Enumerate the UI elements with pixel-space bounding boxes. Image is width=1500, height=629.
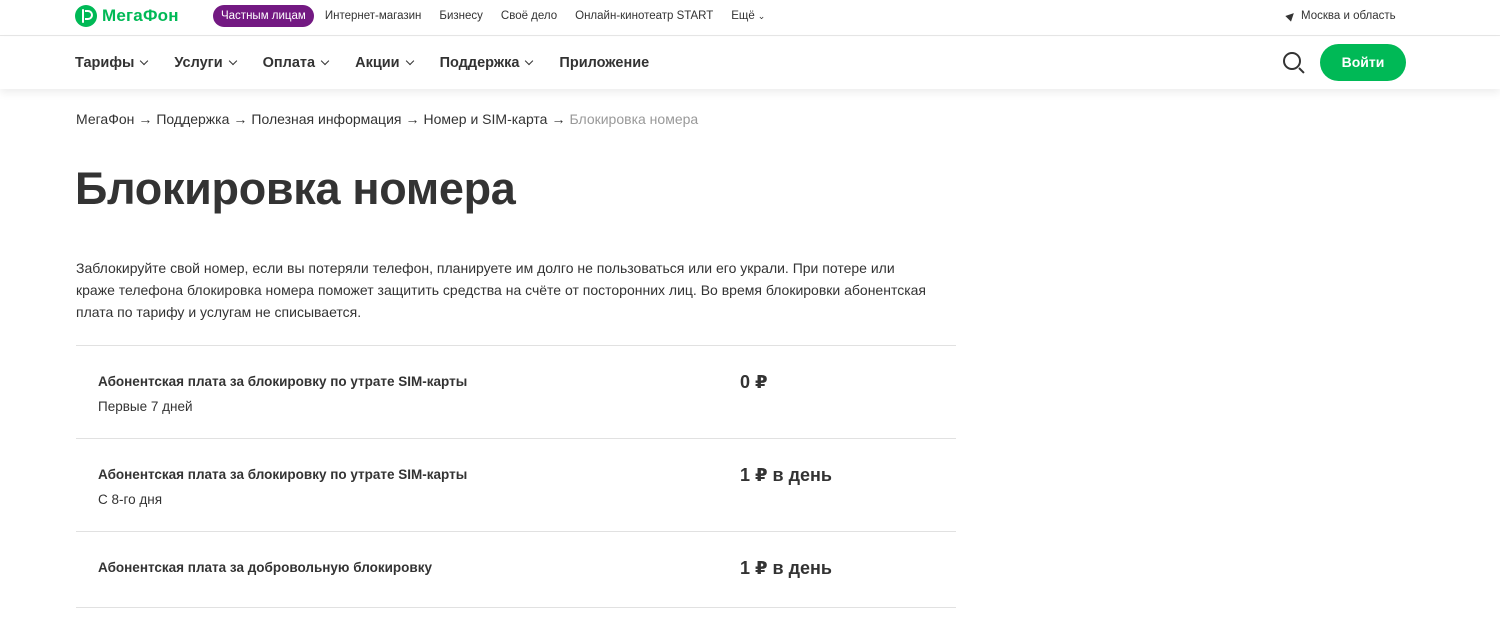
breadcrumb: МегаФон → Поддержка → Полезная информаци… <box>76 111 698 127</box>
chevron-down-icon <box>525 56 534 66</box>
breadcrumb-item[interactable]: Поддержка <box>156 111 229 127</box>
price-label: Абонентская плата за блокировку по утрат… <box>98 467 468 482</box>
price-label: Абонентская плата за блокировку по утрат… <box>98 374 468 389</box>
segment-nav: Частным лицам Интернет-магазин Бизнесу С… <box>213 5 783 27</box>
segment-business[interactable]: Бизнесу <box>439 10 483 22</box>
breadcrumb-separator: → <box>138 111 153 127</box>
chevron-down-icon <box>140 56 149 66</box>
intro-line: плата по тарифу и услугам не списывается… <box>76 304 362 320</box>
nav-item-support[interactable]: Поддержка <box>439 55 534 71</box>
intro-line: Заблокируйте свой номер, если вы потерял… <box>76 260 895 276</box>
nav-item-app[interactable]: Приложение <box>559 55 649 71</box>
breadcrumb-item[interactable]: Номер и SIM-карта <box>423 111 547 127</box>
page-title: Блокировка номера <box>75 163 516 214</box>
chevron-down-icon <box>320 56 330 66</box>
breadcrumb-separator: → <box>405 111 420 127</box>
segment-private[interactable]: Частным лицам <box>213 5 314 27</box>
nav-item-label: Услуги <box>174 55 223 71</box>
price-value: 1 ₽ в день <box>740 558 832 578</box>
breadcrumb-item[interactable]: МегаФон <box>76 111 134 127</box>
intro-text: Заблокируйте свой номер, если вы потерял… <box>76 257 966 323</box>
price-table: Абонентская плата за блокировку по утрат… <box>76 345 956 608</box>
price-row: Абонентская плата за блокировку по утрат… <box>76 438 956 531</box>
nav-item-services[interactable]: Услуги <box>174 55 237 71</box>
chevron-down-icon <box>405 56 414 66</box>
price-condition: Первые 7 дней <box>98 399 193 414</box>
chevron-down-icon <box>228 56 237 66</box>
logo-text: МегаФон <box>102 6 179 25</box>
price-label: Абонентская плата за добровольную блокир… <box>98 560 432 575</box>
price-row: Абонентская плата за добровольную блокир… <box>76 531 956 608</box>
nav-item-promotions[interactable]: Акции <box>355 55 414 71</box>
breadcrumb-item[interactable]: Полезная информация <box>251 111 401 127</box>
nav-item-tariffs[interactable]: Тарифы <box>75 55 149 71</box>
nav-item-label: Приложение <box>559 55 650 71</box>
segment-start-cinema[interactable]: Онлайн-кинотеатр START <box>575 10 713 22</box>
top-bar: МегаФон Частным лицам Интернет-магазин Б… <box>0 0 1500 36</box>
nav-item-label: Тарифы <box>75 55 135 71</box>
megafon-logo[interactable]: МегаФон <box>75 5 179 27</box>
intro-line: краже телефона блокировка номера поможет… <box>76 282 927 298</box>
search-icon[interactable] <box>1282 51 1306 75</box>
nav-item-label: Акции <box>355 55 400 71</box>
breadcrumb-separator: → <box>233 111 248 127</box>
nav-item-label: Оплата <box>262 55 316 71</box>
region-selector[interactable]: Москва и область <box>1285 10 1396 22</box>
nav-item-label: Поддержка <box>439 55 520 71</box>
chevron-down-icon: ⌄ <box>757 11 766 21</box>
nav-item-payment[interactable]: Оплата <box>262 55 330 71</box>
segment-more[interactable]: Ещё ⌄ <box>731 10 765 22</box>
region-label: Москва и область <box>1301 10 1396 22</box>
login-button[interactable]: Войти <box>1320 44 1406 81</box>
megafon-logo-icon <box>75 5 97 27</box>
price-value: 1 ₽ в день <box>740 465 832 485</box>
breadcrumb-current: Блокировка номера <box>569 111 699 127</box>
location-arrow-icon <box>1285 10 1297 22</box>
main-header: Тарифы Услуги Оплата Акции Поддержка При… <box>0 37 1500 89</box>
segment-more-label: Ещё <box>731 10 755 22</box>
main-nav: Тарифы Услуги Оплата Акции Поддержка При… <box>75 37 676 89</box>
segment-online-shop[interactable]: Интернет-магазин <box>325 10 422 22</box>
price-row: Абонентская плата за блокировку по утрат… <box>76 345 956 438</box>
segment-own-business[interactable]: Своё дело <box>501 10 557 22</box>
breadcrumb-separator: → <box>551 111 566 127</box>
price-value: 0 ₽ <box>740 372 768 392</box>
price-condition: С 8-го дня <box>98 492 163 507</box>
